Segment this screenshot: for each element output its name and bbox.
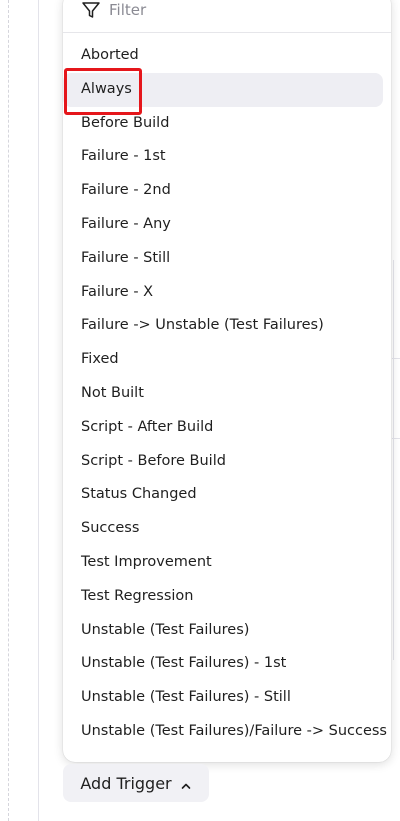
trigger-option[interactable]: Test Improvement	[63, 546, 383, 580]
filter-input[interactable]	[109, 0, 369, 22]
trigger-option[interactable]: Failure - Still	[63, 242, 383, 276]
trigger-option[interactable]: Fixed	[63, 343, 383, 377]
funnel-icon	[81, 0, 101, 20]
trigger-option[interactable]: Failure - Any	[63, 208, 383, 242]
trigger-option[interactable]: Test Regression	[63, 580, 383, 614]
trigger-option[interactable]: Failure - X	[63, 276, 383, 310]
background-divider-right	[393, 260, 394, 660]
filter-row	[63, 0, 391, 33]
trigger-option[interactable]: Unstable (Test Failures) - Still	[63, 681, 383, 715]
trigger-option[interactable]: Status Changed	[63, 478, 383, 512]
add-trigger-label: Add Trigger	[80, 773, 172, 793]
trigger-option[interactable]: Unstable (Test Failures)/Failure -> Succ…	[63, 715, 387, 749]
trigger-option[interactable]: Failure - 2nd	[63, 174, 383, 208]
background-dashed-guide	[8, 0, 9, 821]
trigger-option[interactable]: Success	[63, 512, 383, 546]
trigger-option[interactable]: Failure - 1st	[63, 140, 383, 174]
highlight-annotation	[64, 68, 142, 115]
add-trigger-button[interactable]: Add Trigger	[63, 764, 209, 802]
trigger-option[interactable]: Failure -> Unstable (Test Failures)	[63, 309, 383, 343]
background-tick	[392, 358, 400, 359]
trigger-option[interactable]: Unstable (Test Failures)	[63, 614, 383, 648]
trigger-option[interactable]: Script - After Build	[63, 411, 383, 445]
trigger-option[interactable]: Script - Before Build	[63, 445, 383, 479]
background-divider	[38, 0, 39, 821]
trigger-options-list: Aborted Always Before Build Failure - 1st Fa…	[63, 39, 391, 749]
background-tick	[392, 438, 400, 439]
trigger-option[interactable]: Unstable (Test Failures) - 1st	[63, 647, 383, 681]
trigger-option[interactable]: Not Built	[63, 377, 383, 411]
chevron-up-icon	[180, 777, 192, 789]
